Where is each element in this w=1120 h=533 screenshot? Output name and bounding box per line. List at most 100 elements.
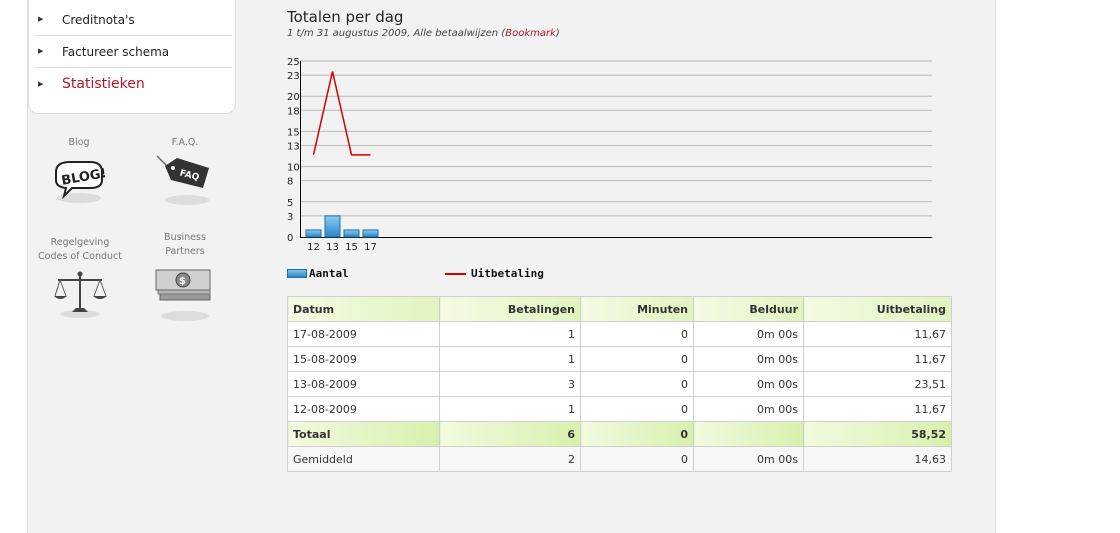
subtitle-text: 1 t/m 31 augustus 2009, Alle betaalwijze… — [287, 28, 506, 39]
cell-betalingen: 1 — [439, 346, 581, 372]
bar-aantal-15 — [343, 229, 360, 238]
table-header-row: Datum Betalingen Minuten Belduur Uitbeta… — [287, 296, 952, 322]
x-tick-label: 12 — [307, 242, 320, 252]
x-tick-label: 17 — [364, 242, 377, 252]
y-tick-label: 23 — [287, 71, 300, 82]
table-row: 17-08-2009 1 0 0m 00s 11,67 — [287, 321, 952, 347]
cell-uitbetaling: 11,67 — [803, 321, 952, 347]
cell-average-uitbetaling: 14,63 — [803, 446, 952, 472]
header-datum[interactable]: Datum — [287, 296, 440, 322]
cell-uitbetaling: 11,67 — [803, 396, 952, 422]
legend-bar-swatch — [287, 269, 307, 278]
arrow-right-icon: ▶ — [38, 79, 44, 88]
sidebar-item-label: Factureer schema — [62, 44, 170, 59]
sidebar-item-label: Creditnota's — [62, 12, 135, 27]
cell-datum: 13-08-2009 — [287, 371, 440, 397]
sidebar-item-creditnotas[interactable]: ▶ Creditnota's — [34, 4, 232, 36]
x-tick-label: 13 — [326, 242, 339, 252]
cell-belduur: 0m 00s — [693, 321, 804, 347]
y-tick-label: 25 — [287, 57, 300, 68]
legend-line-swatch — [445, 272, 466, 275]
y-tick-label: 8 — [287, 177, 293, 188]
average-row: Gemiddeld 2 0 0m 00s 14,63 — [287, 446, 952, 472]
y-tick-label: 5 — [287, 198, 293, 209]
sidebar-item-factureer-schema[interactable]: ▶ Factureer schema — [34, 36, 232, 68]
blog-icon[interactable]: BLOG! — [50, 154, 108, 204]
bar-aantal-12 — [305, 229, 322, 238]
scales-icon[interactable] — [52, 268, 108, 320]
blog-link[interactable]: Blog — [59, 136, 99, 150]
page-subtitle: 1 t/m 31 augustus 2009, Alle betaalwijze… — [287, 28, 560, 39]
regelgeving-label: Regelgeving — [50, 237, 110, 248]
stats-table: Datum Betalingen Minuten Belduur Uitbeta… — [287, 296, 952, 472]
cell-total-label: Totaal — [287, 421, 440, 447]
y-tick-label: 18 — [287, 106, 300, 117]
cell-minuten: 0 — [580, 346, 694, 372]
legend-label: Uitbetaling — [471, 267, 544, 280]
header-uitbetaling[interactable]: Uitbetaling — [803, 296, 952, 322]
table-row: 15-08-2009 1 0 0m 00s 11,67 — [287, 346, 952, 372]
header-belduur[interactable]: Belduur — [693, 296, 804, 322]
svg-text:$: $ — [179, 276, 186, 287]
line-uitbetaling — [312, 71, 371, 156]
page-title: Totalen per dag — [287, 8, 404, 26]
regelgeving-link[interactable]: Regelgeving Codes of Conduct — [33, 236, 127, 264]
blog-label: Blog — [68, 137, 90, 148]
cell-belduur: 0m 00s — [693, 371, 804, 397]
y-tick-label: 20 — [287, 92, 300, 103]
cell-betalingen: 1 — [439, 321, 581, 347]
faq-link[interactable]: F.A.Q. — [160, 136, 210, 150]
table-row: 12-08-2009 1 0 0m 00s 11,67 — [287, 396, 952, 422]
cell-minuten: 0 — [580, 321, 694, 347]
bar-aantal-13 — [324, 215, 341, 238]
arrow-right-icon: ▶ — [38, 15, 44, 23]
daily-totals-chart: 0 3 5 8 10 13 15 18 20 23 25 12 13 15 17 — [287, 57, 932, 252]
codes-of-conduct-label: Codes of Conduct — [38, 251, 122, 262]
table-row: 13-08-2009 3 0 0m 00s 23,51 — [287, 371, 952, 397]
cell-betalingen: 1 — [439, 396, 581, 422]
y-tick-label: 15 — [287, 127, 300, 138]
cell-minuten: 0 — [580, 371, 694, 397]
bookmark-link[interactable]: Bookmark — [505, 28, 556, 39]
cell-belduur: 0m 00s — [693, 396, 804, 422]
faq-label: F.A.Q. — [171, 137, 199, 148]
cell-datum: 12-08-2009 — [287, 396, 440, 422]
bar-aantal-17 — [362, 229, 379, 238]
y-tick-label: 0 — [287, 233, 293, 244]
cell-uitbetaling: 11,67 — [803, 346, 952, 372]
total-row: Totaal 6 0 58,52 — [287, 421, 952, 447]
cell-minuten: 0 — [580, 396, 694, 422]
cell-total-betalingen: 6 — [439, 421, 581, 447]
y-tick-label: 3 — [287, 212, 293, 223]
legend-aantal: Aantal — [287, 267, 349, 280]
cell-total-minuten: 0 — [580, 421, 694, 447]
cell-total-belduur — [693, 421, 804, 447]
sidebar-menu: ▶ Creditnota's ▶ Factureer schema ▶ Stat… — [28, 0, 236, 114]
y-tick-label: 13 — [287, 141, 300, 152]
legend-label: Aantal — [309, 267, 349, 280]
y-tick-label: 10 — [287, 163, 300, 174]
x-tick-label: 15 — [345, 242, 358, 252]
arrow-right-icon: ▶ — [38, 47, 44, 55]
sidebar-item-label: Statistieken — [62, 76, 145, 92]
faq-tag-icon[interactable]: FAQ — [155, 152, 215, 208]
subtitle-suffix: ) — [555, 28, 560, 39]
legend-uitbetaling: Uitbetaling — [445, 267, 544, 280]
header-minuten[interactable]: Minuten — [580, 296, 694, 322]
sidebar-item-statistieken[interactable]: ▶ Statistieken — [34, 68, 232, 100]
header-betalingen[interactable]: Betalingen — [439, 296, 581, 322]
cell-datum: 15-08-2009 — [287, 346, 440, 372]
cell-total-uitbetaling: 58,52 — [803, 421, 952, 447]
money-icon[interactable]: $ — [154, 266, 216, 322]
cell-average-minuten: 0 — [580, 446, 694, 472]
cell-belduur: 0m 00s — [693, 346, 804, 372]
cell-betalingen: 3 — [439, 371, 581, 397]
partners-label: Partners — [165, 246, 205, 257]
cell-average-betalingen: 2 — [439, 446, 581, 472]
cell-uitbetaling: 23,51 — [803, 371, 952, 397]
cell-average-label: Gemiddeld — [287, 446, 440, 472]
cell-datum: 17-08-2009 — [287, 321, 440, 347]
business-label: Business — [164, 232, 206, 243]
cell-average-belduur: 0m 00s — [693, 446, 804, 472]
business-partners-link[interactable]: Business Partners — [150, 231, 220, 259]
